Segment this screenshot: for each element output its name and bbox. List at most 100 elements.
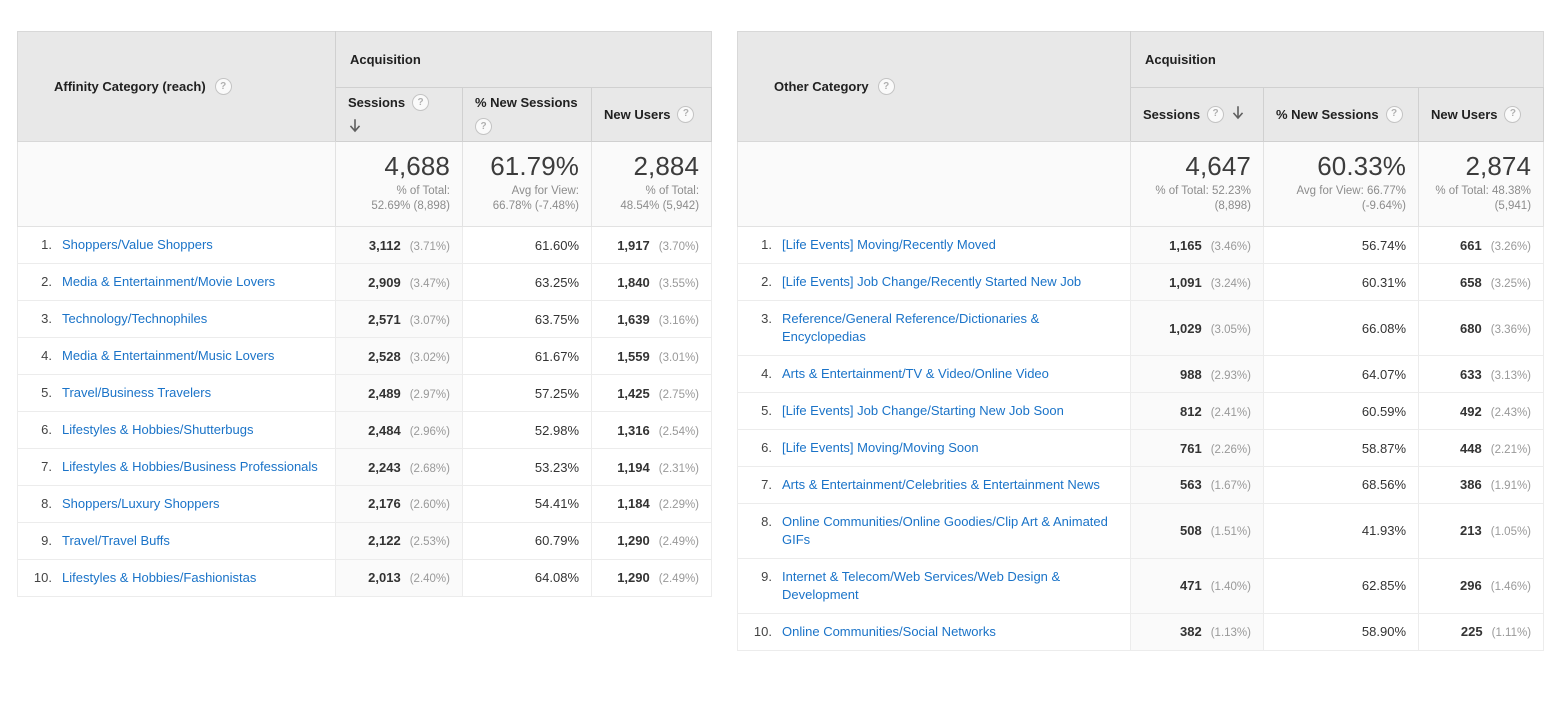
new-sessions-value: 41.93% bbox=[1361, 523, 1406, 539]
sort-descending-arrow-icon[interactable] bbox=[348, 118, 362, 135]
sessions-value: 761 bbox=[1180, 440, 1202, 456]
metric-header-label: Sessions bbox=[348, 95, 406, 111]
sessions-cell: 2,176 (2.60%) bbox=[335, 485, 463, 523]
row-index: 8. bbox=[761, 513, 772, 529]
dimension-link[interactable]: Arts & Entertainment/TV & Video/Online V… bbox=[782, 365, 1049, 383]
new-users-value: 1,639 bbox=[617, 311, 650, 327]
sessions-value: 2,122 bbox=[368, 533, 401, 549]
new-users-percent: (3.25%) bbox=[1490, 277, 1532, 290]
dimension-link[interactable]: Online Communities/Social Networks bbox=[782, 623, 996, 641]
new-users-percent: (1.05%) bbox=[1490, 526, 1532, 539]
dimension-link[interactable]: Travel/Travel Buffs bbox=[62, 532, 170, 550]
table-row: 4. Media & Entertainment/Music Lovers 2,52… bbox=[17, 337, 713, 376]
new-users-cell: 1,639 (3.16%) bbox=[591, 300, 713, 339]
help-icon[interactable]: ? bbox=[412, 94, 430, 112]
row-index: 5. bbox=[41, 385, 52, 401]
row-index: 2. bbox=[41, 274, 52, 290]
new-users-percent: (2.21%) bbox=[1490, 443, 1532, 456]
dimension-link[interactable]: Lifestyles & Hobbies/Fashionistas bbox=[62, 569, 256, 587]
new-users-percent: (3.13%) bbox=[1490, 369, 1532, 382]
help-icon[interactable]: ? bbox=[214, 78, 232, 95]
dimension-link[interactable]: [Life Events] Moving/Recently Moved bbox=[782, 236, 996, 254]
new-sessions-cell: 63.75% bbox=[462, 300, 592, 339]
row-index: 7. bbox=[41, 459, 52, 475]
metric-header-2[interactable]: % New Sessions? bbox=[1263, 87, 1419, 142]
table-row: 5. Travel/Business Travelers 2,489 (2.97%) 5… bbox=[17, 374, 713, 413]
dimension-cell: 8. Online Communities/Online Goodies/Clip… bbox=[737, 503, 1131, 559]
dimension-link[interactable]: Media & Entertainment/Music Lovers bbox=[62, 347, 274, 365]
sessions-value: 2,489 bbox=[368, 385, 401, 401]
dimension-header-cell[interactable]: Other Category? bbox=[737, 31, 1131, 142]
new-users-percent: (2.49%) bbox=[658, 536, 700, 549]
new-users-percent: (2.31%) bbox=[658, 462, 700, 475]
new-sessions-value: 54.41% bbox=[534, 496, 579, 512]
dimension-link[interactable]: Internet & Telecom/Web Services/Web Desi… bbox=[782, 568, 1118, 604]
new-users-cell: 1,559 (3.01%) bbox=[591, 337, 713, 376]
dimension-link[interactable]: [Life Events] Job Change/Recently Starte… bbox=[782, 273, 1081, 291]
sessions-percent: (3.71%) bbox=[409, 240, 450, 253]
sessions-cell: 2,484 (2.96%) bbox=[335, 411, 463, 450]
dimension-link[interactable]: Travel/Business Travelers bbox=[62, 384, 211, 402]
dimension-cell: 7. Arts & Entertainment/Celebrities & Ent… bbox=[737, 466, 1131, 504]
dimension-link[interactable]: Reference/General Reference/Dictionaries… bbox=[782, 310, 1118, 346]
dimension-cell: 1. Shoppers/Value Shoppers bbox=[17, 226, 336, 265]
dimension-header-cell[interactable]: Affinity Category (reach)? bbox=[17, 31, 336, 142]
sessions-value: 508 bbox=[1180, 523, 1202, 539]
other-category-table: Other Category? Acquisition Sessions?% New… bbox=[737, 31, 1545, 651]
new-sessions-cell: 61.67% bbox=[462, 337, 592, 376]
dimension-cell: 6. [Life Events] Moving/Moving Soon bbox=[737, 429, 1131, 468]
summary-cell-3: 2,874 % of Total: 48.38% (5,941) bbox=[1417, 141, 1545, 228]
dimension-link[interactable]: Shoppers/Luxury Shoppers bbox=[62, 495, 220, 513]
dimension-link[interactable]: Arts & Entertainment/Celebrities & Enter… bbox=[782, 476, 1100, 494]
dimension-cell: 6. Lifestyles & Hobbies/Shutterbugs bbox=[17, 411, 336, 450]
new-sessions-value: 53.23% bbox=[534, 459, 579, 475]
table-row: 8. Online Communities/Online Goodies/Clip… bbox=[737, 503, 1545, 559]
sessions-percent: (1.13%) bbox=[1210, 627, 1251, 640]
new-users-value: 1,290 bbox=[617, 570, 650, 586]
metric-header-3[interactable]: New Users? bbox=[1417, 87, 1545, 142]
new-sessions-value: 61.67% bbox=[534, 348, 579, 364]
new-sessions-cell: 68.56% bbox=[1263, 466, 1419, 504]
sort-descending-arrow-icon[interactable] bbox=[1231, 106, 1245, 122]
new-users-cell: 1,425 (2.75%) bbox=[591, 374, 713, 413]
metric-header-label: New Users bbox=[1431, 106, 1498, 122]
help-icon[interactable]: ? bbox=[677, 105, 695, 123]
table-row: 1. [Life Events] Moving/Recently Moved 1,1… bbox=[737, 226, 1545, 265]
new-sessions-value: 56.74% bbox=[1361, 237, 1406, 253]
dimension-cell: 9. Travel/Travel Buffs bbox=[17, 522, 336, 560]
metric-header-2[interactable]: % New Sessions? bbox=[462, 87, 592, 142]
dimension-link[interactable]: Media & Entertainment/Movie Lovers bbox=[62, 273, 275, 291]
dimension-link[interactable]: Lifestyles & Hobbies/Business Profession… bbox=[62, 458, 318, 476]
metric-header-1[interactable]: Sessions? bbox=[1130, 87, 1264, 142]
help-icon[interactable]: ? bbox=[1504, 105, 1522, 123]
metric-header-1[interactable]: Sessions? bbox=[335, 87, 463, 142]
help-icon[interactable]: ? bbox=[1385, 105, 1403, 123]
dimension-link[interactable]: Lifestyles & Hobbies/Shutterbugs bbox=[62, 421, 254, 439]
row-index: 7. bbox=[761, 477, 772, 493]
dimension-link[interactable]: Online Communities/Online Goodies/Clip A… bbox=[782, 513, 1118, 549]
sessions-value: 2,909 bbox=[368, 274, 401, 290]
summary-value: 61.79% bbox=[490, 151, 579, 181]
new-users-percent: (1.91%) bbox=[1490, 480, 1532, 493]
new-sessions-value: 68.56% bbox=[1361, 477, 1406, 493]
new-sessions-cell: 62.85% bbox=[1263, 558, 1419, 614]
metric-header-3[interactable]: New Users? bbox=[590, 87, 713, 142]
dimension-link[interactable]: Technology/Technophiles bbox=[62, 310, 207, 328]
new-users-percent: (3.16%) bbox=[658, 314, 700, 327]
table-row: 9. Travel/Travel Buffs 2,122 (2.53%) 60.79% 1… bbox=[17, 522, 713, 560]
help-icon[interactable]: ? bbox=[1207, 105, 1225, 123]
sessions-percent: (2.41%) bbox=[1210, 406, 1251, 419]
acquisition-group-header: Acquisition bbox=[1129, 31, 1545, 88]
sessions-cell: 3,112 (3.71%) bbox=[335, 226, 463, 265]
sessions-cell: 2,571 (3.07%) bbox=[335, 300, 463, 339]
help-icon[interactable]: ? bbox=[877, 78, 895, 95]
summary-subtext: % of Total: 52.69% (8,898) bbox=[371, 185, 450, 213]
dimension-link[interactable]: [Life Events] Moving/Moving Soon bbox=[782, 439, 979, 457]
new-users-value: 1,425 bbox=[617, 385, 650, 401]
summary-row: 4,688 % of Total: 52.69% (8,898) 61.79% Avg … bbox=[17, 141, 713, 228]
new-sessions-cell: 58.87% bbox=[1263, 429, 1419, 468]
new-users-percent: (1.11%) bbox=[1491, 627, 1532, 640]
dimension-link[interactable]: Shoppers/Value Shoppers bbox=[62, 236, 213, 254]
help-icon[interactable]: ? bbox=[475, 118, 492, 136]
dimension-link[interactable]: [Life Events] Job Change/Starting New Jo… bbox=[782, 402, 1064, 420]
